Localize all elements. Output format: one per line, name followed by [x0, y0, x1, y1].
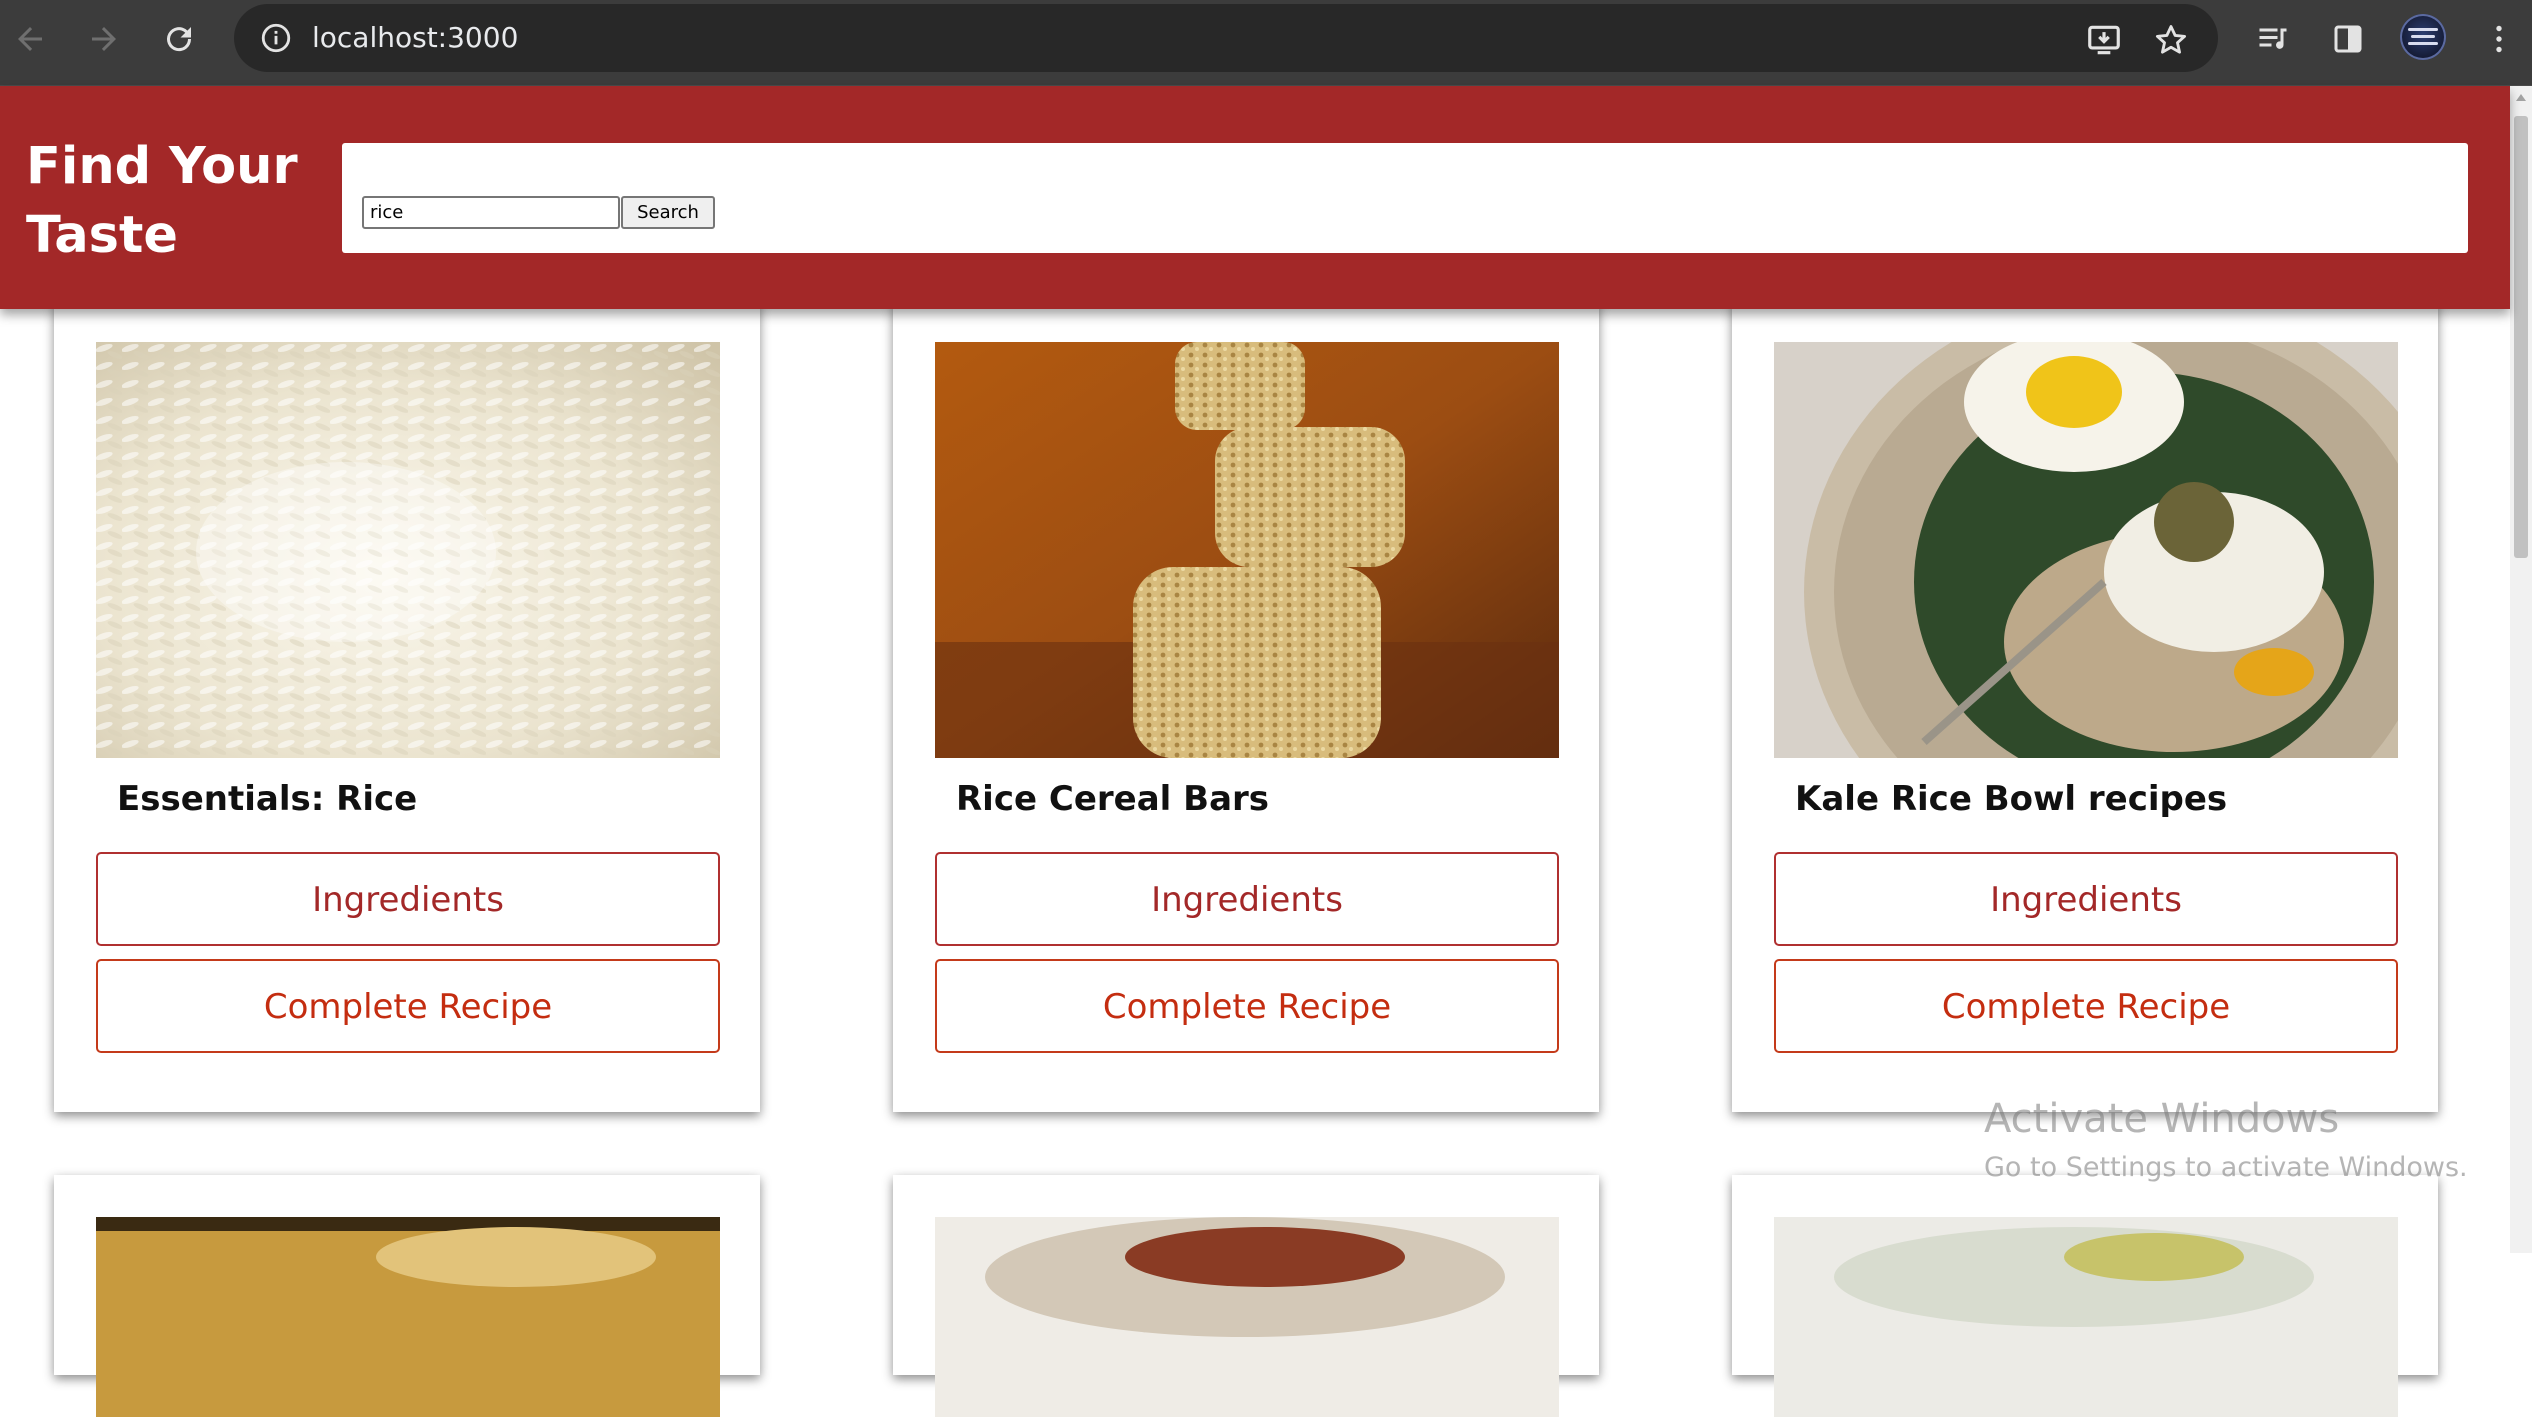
- complete-recipe-button[interactable]: Complete Recipe: [96, 959, 720, 1053]
- activate-windows-title: Activate Windows: [1984, 1096, 2340, 1142]
- recipe-title: Kale Rice Bowl recipes: [1795, 779, 2228, 819]
- rice-photo-icon: [96, 342, 720, 758]
- arrow-right-icon: [92, 27, 116, 51]
- complete-recipe-button[interactable]: Complete Recipe: [935, 959, 1559, 1053]
- search-button[interactable]: Search: [621, 196, 715, 229]
- side-panel-button[interactable]: [2321, 12, 2375, 66]
- food-photo-icon: [96, 1217, 720, 1417]
- url-text[interactable]: localhost:3000: [312, 4, 518, 72]
- info-icon: [261, 23, 291, 53]
- ingredients-button[interactable]: Ingredients: [1774, 852, 2398, 946]
- page-scrollbar[interactable]: [2510, 86, 2532, 1253]
- food-photo-icon: [935, 1217, 1559, 1417]
- recipe-title: Rice Cereal Bars: [956, 779, 1270, 819]
- recipe-image[interactable]: [1774, 342, 2398, 758]
- ingredients-button[interactable]: Ingredients: [96, 852, 720, 946]
- scroll-thumb[interactable]: [2514, 116, 2528, 558]
- reload-button[interactable]: [152, 12, 206, 66]
- arrow-left-icon: [18, 27, 42, 51]
- reload-icon: [167, 27, 192, 52]
- site-header: Find Your Taste Search: [0, 86, 2510, 309]
- install-app-button[interactable]: [2080, 16, 2128, 64]
- kebab-menu-icon: [2496, 25, 2502, 53]
- recipe-image[interactable]: [1774, 1217, 2398, 1417]
- install-app-icon: [2088, 25, 2120, 55]
- side-panel-icon: [2334, 25, 2362, 53]
- site-info-button[interactable]: [254, 16, 298, 60]
- profile-avatar[interactable]: [2400, 14, 2446, 60]
- activate-windows-subtitle: Go to Settings to activate Windows.: [1984, 1152, 2468, 1183]
- bookmark-button[interactable]: [2147, 16, 2195, 64]
- recipe-card: [54, 1175, 760, 1417]
- cereal-bars-photo-icon: [935, 342, 1559, 758]
- recipe-image[interactable]: [935, 1217, 1559, 1417]
- recipe-image[interactable]: [935, 342, 1559, 758]
- back-button[interactable]: [3, 12, 57, 66]
- address-bar[interactable]: localhost:3000: [234, 4, 2218, 72]
- recipe-card: Essentials: Rice Ingredients Complete Re…: [54, 300, 760, 1112]
- star-icon: [2155, 25, 2187, 54]
- recipe-image[interactable]: [96, 342, 720, 758]
- media-control-icon: [2259, 28, 2287, 49]
- media-control-button[interactable]: [2246, 12, 2300, 66]
- forward-button[interactable]: [77, 12, 131, 66]
- browser-menu-button[interactable]: [2472, 12, 2526, 66]
- recipe-card: [893, 1175, 1599, 1417]
- ingredients-button[interactable]: Ingredients: [935, 852, 1559, 946]
- scroll-up-arrow-icon[interactable]: [2516, 94, 2526, 101]
- food-photo-icon: [1774, 1217, 2398, 1417]
- recipe-image[interactable]: [96, 1217, 720, 1417]
- recipe-title: Essentials: Rice: [117, 779, 418, 819]
- recipe-card: [1732, 1175, 2438, 1417]
- search-panel: Search: [342, 143, 2468, 253]
- site-title: Find Your Taste: [26, 137, 298, 265]
- recipe-card: Rice Cereal Bars Ingredients Complete Re…: [893, 300, 1599, 1112]
- kale-rice-bowl-photo-icon: [1774, 342, 2398, 758]
- recipe-card: Kale Rice Bowl recipes Ingredients Compl…: [1732, 300, 2438, 1112]
- search-input[interactable]: [362, 196, 620, 229]
- complete-recipe-button[interactable]: Complete Recipe: [1774, 959, 2398, 1053]
- browser-toolbar: localhost:3000: [0, 0, 2532, 86]
